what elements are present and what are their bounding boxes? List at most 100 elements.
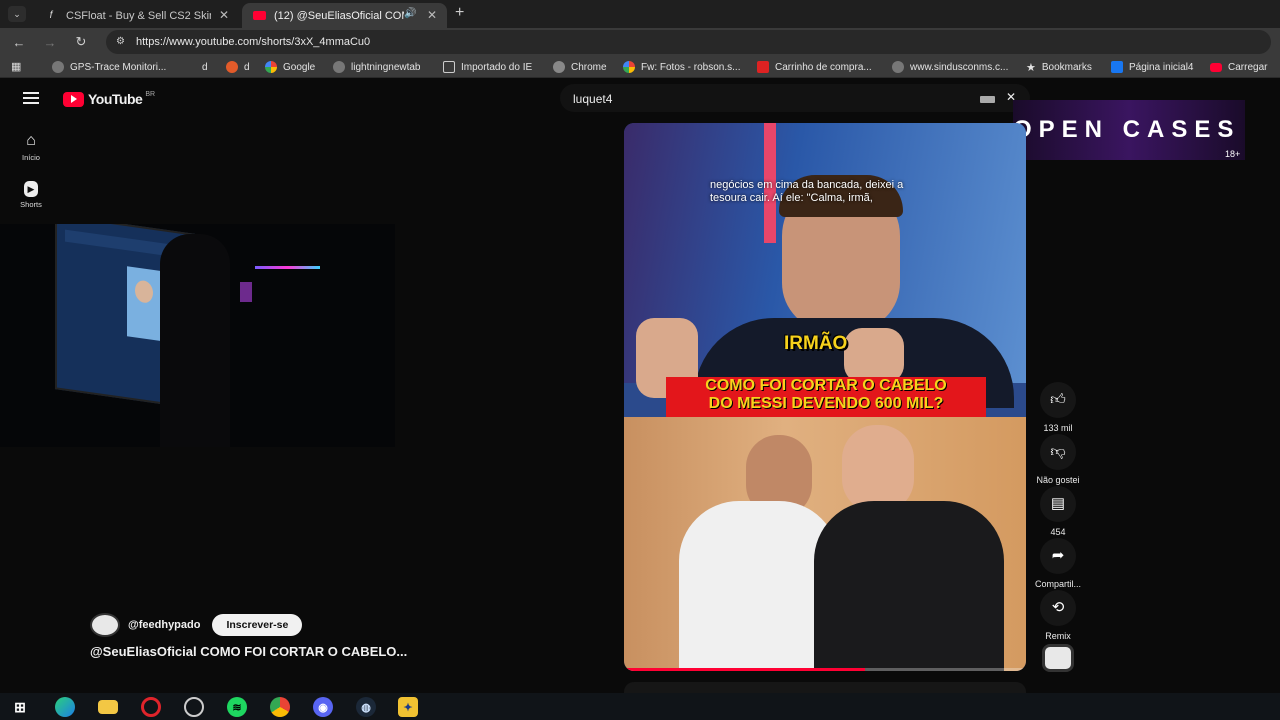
app-icon[interactable]: ✦ <box>398 697 418 717</box>
comments-button[interactable]: ▤ 454 <box>1032 486 1084 537</box>
remix-button[interactable]: ⟲ Remix <box>1032 590 1084 641</box>
thumbs-up-icon: 👍︎ <box>1040 382 1076 418</box>
menu-icon[interactable] <box>23 92 39 104</box>
close-icon[interactable]: ✕ <box>427 8 437 22</box>
address-bar-row: ← → ↻ ⚙ https://www.youtube.com/shorts/3… <box>0 28 1280 56</box>
app-icon[interactable] <box>184 697 204 717</box>
browser-tab-bar: ⌄ f CSFloat - Buy & Sell CS2 Skins & ✕ (… <box>0 0 1280 28</box>
webcam-lights <box>240 282 252 302</box>
star-icon: ★ <box>1026 61 1036 74</box>
bookmarks-bar: ▦ GPS-Trace Monitori... d d Google light… <box>0 56 1280 78</box>
bookmark-item[interactable]: ★ Bookmarks <box>1026 59 1092 75</box>
logo-text: YouTube <box>88 91 143 107</box>
comment-icon: ▤ <box>1040 486 1076 522</box>
video-title[interactable]: @SeuEliasOficial COMO FOI CORTAR O CABEL… <box>90 644 407 659</box>
webcam-person <box>160 234 230 447</box>
file-explorer-icon[interactable] <box>98 700 118 714</box>
bookmark-favicon <box>226 61 238 73</box>
bookmark-item[interactable]: Carrinho de compra... <box>757 59 872 75</box>
youtube-logo[interactable]: YouTube BR <box>63 91 155 107</box>
bookmark-item[interactable]: Página inicial4 <box>1111 59 1194 75</box>
channel-row: @feedhypado Inscrever-se <box>90 613 303 637</box>
back-icon[interactable]: ← <box>11 34 27 50</box>
home-icon: ⌂ <box>26 132 36 149</box>
google-icon <box>265 61 277 73</box>
video-person-right-body <box>814 501 1004 671</box>
share-button[interactable]: ➦ Compartil... <box>1032 538 1084 589</box>
bookmark-item[interactable]: d <box>202 59 208 75</box>
youtube-icon <box>252 9 266 23</box>
facebook-icon <box>1111 61 1123 73</box>
sidebar-item-shorts[interactable]: ▶ Shorts <box>8 181 54 209</box>
bookmark-item[interactable]: d <box>226 59 250 75</box>
sound-avatar-icon <box>1042 644 1074 672</box>
thumbs-down-icon: 👎︎ <box>1040 434 1076 470</box>
apps-grid-icon[interactable]: ▦ <box>11 60 21 73</box>
sidebar-item-home[interactable]: ⌂ Início <box>8 132 54 162</box>
dislike-button[interactable]: 👎︎ Não gostei <box>1032 434 1084 485</box>
folder-icon <box>443 61 455 73</box>
url-field[interactable]: ⚙ https://www.youtube.com/shorts/3xX_4mm… <box>106 30 1271 54</box>
chrome-icon[interactable] <box>270 697 290 717</box>
like-button[interactable]: 👍︎ 133 mil <box>1032 382 1084 433</box>
channel-avatar[interactable] <box>90 613 120 637</box>
bookmark-folder[interactable]: Importado do IE <box>443 59 532 75</box>
bookmark-item[interactable]: www.sindusconms.c... <box>892 59 1008 75</box>
webcam-overlay <box>0 224 395 447</box>
subtitle-line: tesoura cair. Aí ele: "Calma, irmã, <box>710 192 873 204</box>
audio-playing-icon[interactable]: 🔊 <box>404 8 416 19</box>
opera-icon[interactable] <box>141 697 161 717</box>
youtube-icon <box>1210 62 1222 72</box>
windows-taskbar: ⊞ ≋ ◉ ◍ ✦ <box>0 693 1280 720</box>
edge-icon[interactable] <box>55 697 75 717</box>
headline-line: DO MESSI DEVENDO 600 MIL? <box>708 395 944 412</box>
youtube-page: YouTube BR luquet4 ✕ ⌂ Início ▶ Shorts O… <box>0 78 1280 694</box>
close-icon[interactable]: ✕ <box>219 8 229 22</box>
bookmark-item[interactable]: Carregar <box>1210 59 1267 75</box>
new-tab-icon[interactable]: + <box>455 4 464 22</box>
csfloat-icon: f <box>49 10 53 21</box>
shorts-icon: ▶ <box>24 181 38 197</box>
globe-icon <box>333 61 345 73</box>
windows-start-icon[interactable]: ⊞ <box>10 697 30 717</box>
search-query: luquet4 <box>573 92 613 106</box>
search-input[interactable] <box>560 84 1030 112</box>
video-progress-fill <box>624 668 866 671</box>
bookmark-item[interactable]: GPS-Trace Monitori... <box>52 59 166 75</box>
tab-search-icon[interactable]: ⌄ <box>8 6 26 22</box>
site-info-icon[interactable]: ⚙ <box>116 36 125 47</box>
store-icon <box>757 61 769 73</box>
forward-icon[interactable]: → <box>42 34 58 50</box>
reload-icon[interactable]: ↻ <box>73 34 89 50</box>
logo-region: BR <box>145 90 156 98</box>
youtube-play-icon <box>63 91 84 107</box>
channel-handle[interactable]: @feedhypado <box>128 619 200 631</box>
bookmark-item[interactable]: Chrome <box>553 59 607 75</box>
webcam-lights <box>255 266 320 269</box>
tab-title: CSFloat - Buy & Sell CS2 Skins & <box>66 9 211 22</box>
headline-banner: COMO FOI CORTAR O CABELO DO MESSI DEVEND… <box>666 377 986 417</box>
google-icon <box>623 61 635 73</box>
globe-icon <box>52 61 64 73</box>
share-icon: ➦ <box>1040 538 1076 574</box>
tab-youtube[interactable]: (12) @SeuEliasOficial COMO 🔊 ✕ <box>242 3 447 28</box>
discord-icon[interactable]: ◉ <box>313 697 333 717</box>
remix-icon: ⟲ <box>1040 590 1076 626</box>
globe-icon <box>892 61 904 73</box>
video-person-right-head <box>842 425 914 513</box>
caption-word: IRMÃO <box>784 333 848 354</box>
steam-icon[interactable]: ◍ <box>356 697 376 717</box>
sound-avatar-button[interactable] <box>1032 644 1084 672</box>
bookmark-item[interactable]: Fw: Fotos - robson.s... <box>623 59 740 75</box>
keyboard-icon[interactable] <box>980 96 995 103</box>
chrome-icon <box>553 61 565 73</box>
shorts-video[interactable]: negócios em cima da bancada, deixei a te… <box>624 123 1026 671</box>
video-progress-track[interactable] <box>624 668 1026 671</box>
bookmark-item[interactable]: lightningnewtab <box>333 59 421 75</box>
subscribe-button[interactable]: Inscrever-se <box>212 614 303 636</box>
ad-banner[interactable]: OPEN CASES 18+ <box>1013 100 1245 160</box>
tab-csfloat[interactable]: f CSFloat - Buy & Sell CS2 Skins & ✕ <box>34 3 239 28</box>
ad-text: OPEN CASES <box>1013 116 1241 143</box>
spotify-icon[interactable]: ≋ <box>227 697 247 717</box>
bookmark-item[interactable]: Google <box>265 59 315 75</box>
